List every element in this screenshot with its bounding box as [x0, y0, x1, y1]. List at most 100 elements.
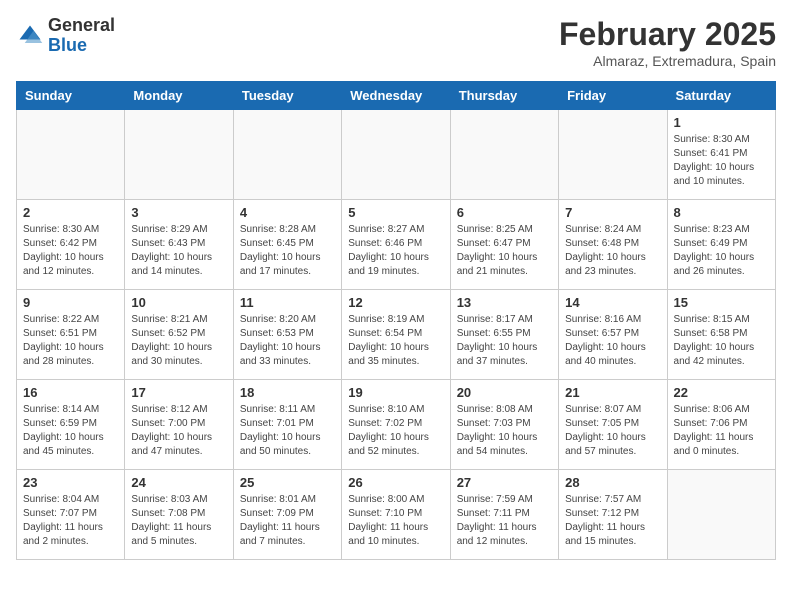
day-info: Sunrise: 8:16 AM Sunset: 6:57 PM Dayligh…	[565, 313, 660, 369]
calendar-cell	[342, 110, 450, 200]
day-info: Sunrise: 8:25 AM Sunset: 6:47 PM Dayligh…	[457, 223, 552, 279]
day-number: 8	[674, 205, 769, 220]
day-number: 22	[674, 385, 769, 400]
logo-icon	[16, 22, 44, 50]
day-info: Sunrise: 8:30 AM Sunset: 6:41 PM Dayligh…	[674, 133, 769, 189]
day-info: Sunrise: 8:23 AM Sunset: 6:49 PM Dayligh…	[674, 223, 769, 279]
day-info: Sunrise: 8:07 AM Sunset: 7:05 PM Dayligh…	[565, 403, 660, 459]
day-number: 9	[23, 295, 118, 310]
day-number: 13	[457, 295, 552, 310]
page-header: General Blue February 2025 Almaraz, Extr…	[16, 16, 776, 69]
weekday-header-row: SundayMondayTuesdayWednesdayThursdayFrid…	[17, 82, 776, 110]
calendar-cell	[233, 110, 341, 200]
day-number: 5	[348, 205, 443, 220]
day-info: Sunrise: 8:30 AM Sunset: 6:42 PM Dayligh…	[23, 223, 118, 279]
day-number: 24	[131, 475, 226, 490]
day-info: Sunrise: 8:08 AM Sunset: 7:03 PM Dayligh…	[457, 403, 552, 459]
calendar-table: SundayMondayTuesdayWednesdayThursdayFrid…	[16, 81, 776, 560]
calendar-cell	[17, 110, 125, 200]
calendar-cell: 3Sunrise: 8:29 AM Sunset: 6:43 PM Daylig…	[125, 200, 233, 290]
day-info: Sunrise: 8:06 AM Sunset: 7:06 PM Dayligh…	[674, 403, 769, 459]
day-number: 10	[131, 295, 226, 310]
calendar-cell: 21 Sunrise: 8:07 AM Sunset: 7:05 PM Dayli…	[559, 380, 667, 470]
calendar-cell: 2 Sunrise: 8:30 AM Sunset: 6:42 PM Daylig…	[17, 200, 125, 290]
calendar-cell: 27 Sunrise: 7:59 AM Sunset: 7:11 PM Dayli…	[450, 470, 558, 560]
day-info: Sunrise: 8:24 AM Sunset: 6:48 PM Dayligh…	[565, 223, 660, 279]
day-info: Sunrise: 7:59 AM Sunset: 7:11 PM Dayligh…	[457, 493, 552, 549]
day-info: Sunrise: 8:04 AM Sunset: 7:07 PM Dayligh…	[23, 493, 118, 549]
title-block: February 2025 Almaraz, Extremadura, Spai…	[559, 16, 776, 69]
calendar-cell: 16 Sunrise: 8:14 AM Sunset: 6:59 PM Dayli…	[17, 380, 125, 470]
calendar-cell: 14 Sunrise: 8:16 AM Sunset: 6:57 PM Dayli…	[559, 290, 667, 380]
weekday-header-thursday: Thursday	[450, 82, 558, 110]
weekday-header-sunday: Sunday	[17, 82, 125, 110]
day-number: 23	[23, 475, 118, 490]
day-info: Sunrise: 8:17 AM Sunset: 6:55 PM Dayligh…	[457, 313, 552, 369]
day-number: 2	[23, 205, 118, 220]
day-info: Sunrise: 8:14 AM Sunset: 6:59 PM Dayligh…	[23, 403, 118, 459]
calendar-cell: 18 Sunrise: 8:11 AM Sunset: 7:01 PM Dayli…	[233, 380, 341, 470]
calendar-cell: 7 Sunrise: 8:24 AM Sunset: 6:48 PM Daylig…	[559, 200, 667, 290]
calendar-cell: 6 Sunrise: 8:25 AM Sunset: 6:47 PM Daylig…	[450, 200, 558, 290]
calendar-week-3: 9 Sunrise: 8:22 AM Sunset: 6:51 PM Daylig…	[17, 290, 776, 380]
calendar-cell: 12Sunrise: 8:19 AM Sunset: 6:54 PM Dayli…	[342, 290, 450, 380]
day-number: 18	[240, 385, 335, 400]
calendar-cell: 20 Sunrise: 8:08 AM Sunset: 7:03 PM Dayli…	[450, 380, 558, 470]
logo-text: General Blue	[48, 16, 115, 56]
day-info: Sunrise: 8:00 AM Sunset: 7:10 PM Dayligh…	[348, 493, 443, 549]
calendar-cell: 8 Sunrise: 8:23 AM Sunset: 6:49 PM Daylig…	[667, 200, 775, 290]
day-number: 14	[565, 295, 660, 310]
day-number: 19	[348, 385, 443, 400]
calendar-cell: 28Sunrise: 7:57 AM Sunset: 7:12 PM Dayli…	[559, 470, 667, 560]
weekday-header-monday: Monday	[125, 82, 233, 110]
calendar-cell: 4Sunrise: 8:28 AM Sunset: 6:45 PM Daylig…	[233, 200, 341, 290]
day-info: Sunrise: 8:12 AM Sunset: 7:00 PM Dayligh…	[131, 403, 226, 459]
calendar-cell	[450, 110, 558, 200]
location: Almaraz, Extremadura, Spain	[559, 53, 776, 69]
logo: General Blue	[16, 16, 115, 56]
day-info: Sunrise: 8:27 AM Sunset: 6:46 PM Dayligh…	[348, 223, 443, 279]
day-number: 4	[240, 205, 335, 220]
calendar-week-1: 1 Sunrise: 8:30 AM Sunset: 6:41 PM Daylig…	[17, 110, 776, 200]
day-number: 12	[348, 295, 443, 310]
day-number: 7	[565, 205, 660, 220]
day-number: 11	[240, 295, 335, 310]
calendar-cell	[125, 110, 233, 200]
day-number: 16	[23, 385, 118, 400]
weekday-header-wednesday: Wednesday	[342, 82, 450, 110]
calendar-cell: 13 Sunrise: 8:17 AM Sunset: 6:55 PM Dayli…	[450, 290, 558, 380]
day-number: 17	[131, 385, 226, 400]
day-number: 25	[240, 475, 335, 490]
day-number: 26	[348, 475, 443, 490]
day-info: Sunrise: 8:22 AM Sunset: 6:51 PM Dayligh…	[23, 313, 118, 369]
calendar-cell: 10 Sunrise: 8:21 AM Sunset: 6:52 PM Dayli…	[125, 290, 233, 380]
calendar-cell: 9 Sunrise: 8:22 AM Sunset: 6:51 PM Daylig…	[17, 290, 125, 380]
calendar-cell: 24 Sunrise: 8:03 AM Sunset: 7:08 PM Dayli…	[125, 470, 233, 560]
day-number: 21	[565, 385, 660, 400]
day-number: 27	[457, 475, 552, 490]
calendar-cell: 26 Sunrise: 8:00 AM Sunset: 7:10 PM Dayli…	[342, 470, 450, 560]
day-info: Sunrise: 8:03 AM Sunset: 7:08 PM Dayligh…	[131, 493, 226, 549]
calendar-week-4: 16 Sunrise: 8:14 AM Sunset: 6:59 PM Dayli…	[17, 380, 776, 470]
calendar-cell: 22 Sunrise: 8:06 AM Sunset: 7:06 PM Dayli…	[667, 380, 775, 470]
day-number: 6	[457, 205, 552, 220]
day-info: Sunrise: 8:10 AM Sunset: 7:02 PM Dayligh…	[348, 403, 443, 459]
day-number: 1	[674, 115, 769, 130]
day-info: Sunrise: 8:21 AM Sunset: 6:52 PM Dayligh…	[131, 313, 226, 369]
calendar-cell: 17 Sunrise: 8:12 AM Sunset: 7:00 PM Dayli…	[125, 380, 233, 470]
calendar-cell: 1 Sunrise: 8:30 AM Sunset: 6:41 PM Daylig…	[667, 110, 775, 200]
calendar-cell: 25 Sunrise: 8:01 AM Sunset: 7:09 PM Dayli…	[233, 470, 341, 560]
logo-blue: Blue	[48, 35, 87, 55]
calendar-week-5: 23 Sunrise: 8:04 AM Sunset: 7:07 PM Dayli…	[17, 470, 776, 560]
day-info: Sunrise: 8:01 AM Sunset: 7:09 PM Dayligh…	[240, 493, 335, 549]
calendar-cell: 23 Sunrise: 8:04 AM Sunset: 7:07 PM Dayli…	[17, 470, 125, 560]
day-number: 15	[674, 295, 769, 310]
day-info: Sunrise: 8:20 AM Sunset: 6:53 PM Dayligh…	[240, 313, 335, 369]
day-info: Sunrise: 8:29 AM Sunset: 6:43 PM Dayligh…	[131, 223, 226, 279]
calendar-cell: 5 Sunrise: 8:27 AM Sunset: 6:46 PM Daylig…	[342, 200, 450, 290]
day-info: Sunrise: 7:57 AM Sunset: 7:12 PM Dayligh…	[565, 493, 660, 549]
month-year: February 2025	[559, 16, 776, 53]
day-number: 20	[457, 385, 552, 400]
day-info: Sunrise: 8:11 AM Sunset: 7:01 PM Dayligh…	[240, 403, 335, 459]
calendar-cell: 19 Sunrise: 8:10 AM Sunset: 7:02 PM Dayli…	[342, 380, 450, 470]
